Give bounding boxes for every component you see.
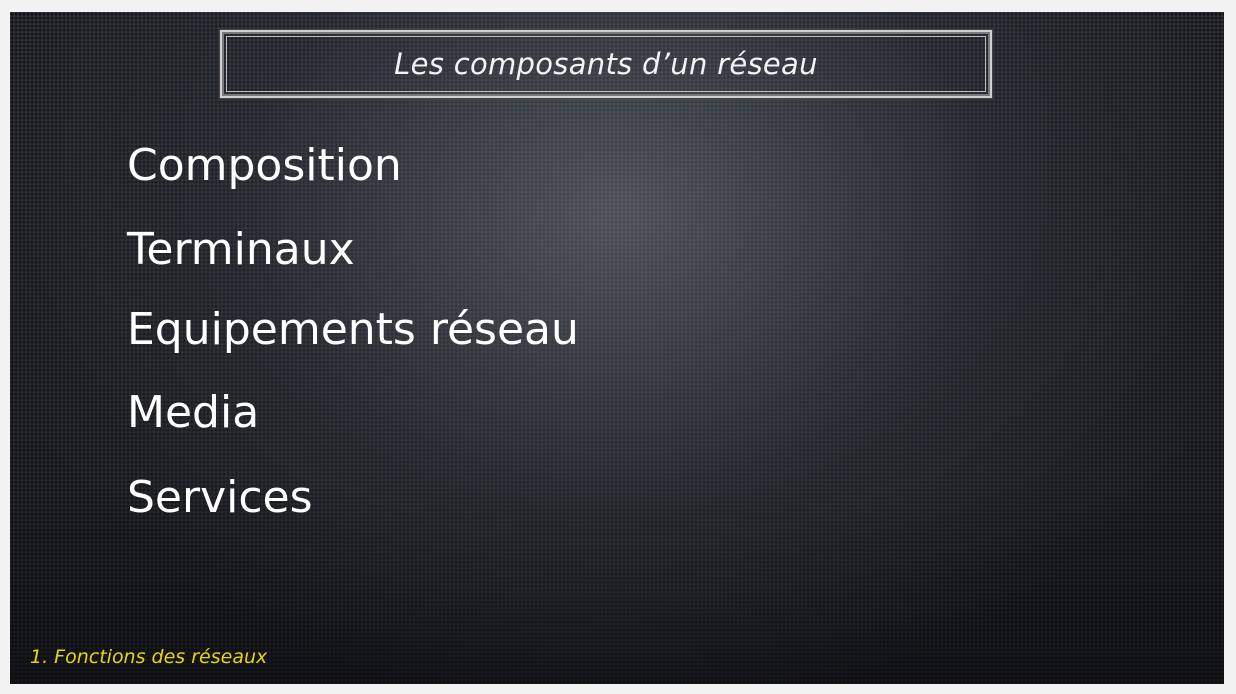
list-item: Services [127, 472, 313, 523]
list-item: Composition [127, 140, 402, 191]
slide-footer: 1. Fonctions des réseaux [30, 646, 268, 668]
list-item: Equipements réseau [127, 304, 579, 355]
slide-title-box: Les composants d’un réseau [220, 30, 992, 98]
list-item: Terminaux [127, 224, 355, 275]
list-item: Media [127, 387, 260, 438]
slide-frame: Les composants d’un réseau Composition T… [0, 0, 1236, 694]
slide-title: Les composants d’un réseau [394, 47, 818, 81]
presentation-slide: Les composants d’un réseau Composition T… [10, 12, 1224, 684]
